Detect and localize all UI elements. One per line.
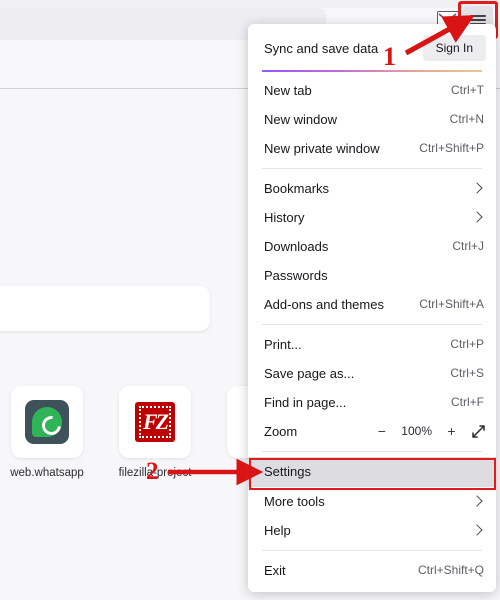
menu-item-label: Add-ons and themes <box>264 296 384 312</box>
fullscreen-icon[interactable] <box>471 424 486 439</box>
whatsapp-icon <box>11 386 83 458</box>
menu-item-label: New tab <box>264 82 312 98</box>
shortcut-web-whatsapp[interactable]: web.whatsapp <box>8 386 86 479</box>
menu-divider <box>262 323 482 325</box>
menu-divider <box>262 450 482 452</box>
search-input[interactable] <box>0 286 210 331</box>
menu-item-exit[interactable]: Exit Ctrl+Shift+Q <box>248 556 496 585</box>
shortcut-tiles: web.whatsapp FZ filezilla-project <box>0 386 299 496</box>
chevron-right-icon <box>471 182 483 194</box>
menu-item-find-in-page[interactable]: Find in page... Ctrl+F <box>248 388 496 417</box>
menu-item-new-window[interactable]: New window Ctrl+N <box>248 105 496 134</box>
sync-label: Sync and save data <box>264 40 379 56</box>
annotation-step-1: 1 <box>383 42 396 71</box>
menu-item-label: Exit <box>264 562 286 578</box>
filezilla-icon: FZ <box>119 386 191 458</box>
menu-item-shortcut: Ctrl+Shift+P <box>419 141 484 155</box>
menu-item-sync-and-save-data[interactable]: Sync and save data Sign In <box>248 30 496 66</box>
menu-item-bookmarks[interactable]: Bookmarks <box>248 174 496 203</box>
chevron-right-icon <box>471 524 483 536</box>
menu-item-label: New private window <box>264 140 380 156</box>
menu-item-more-tools[interactable]: More tools <box>248 487 496 516</box>
menu-item-label: Save page as... <box>264 365 355 381</box>
shortcut-label: web.whatsapp <box>10 467 84 479</box>
menu-item-shortcut: Ctrl+S <box>450 366 484 380</box>
chevron-right-icon <box>471 495 483 507</box>
zoom-label: Zoom <box>264 423 298 439</box>
zoom-in-button[interactable]: + <box>445 424 458 438</box>
menu-item-zoom: Zoom − 100% + <box>248 417 496 446</box>
menu-item-save-page-as[interactable]: Save page as... Ctrl+S <box>248 359 496 388</box>
window-title-bar <box>0 0 500 8</box>
menu-divider <box>262 167 482 169</box>
menu-item-shortcut: Ctrl+N <box>449 112 484 126</box>
menu-item-downloads[interactable]: Downloads Ctrl+J <box>248 232 496 261</box>
menu-item-new-private-window[interactable]: New private window Ctrl+Shift+P <box>248 134 496 163</box>
app-menu-panel: Sync and save data Sign In New tab Ctrl+… <box>248 24 496 592</box>
settings-highlight-box <box>249 458 496 490</box>
menu-item-shortcut: Ctrl+F <box>451 395 484 409</box>
menu-item-passwords[interactable]: Passwords <box>248 261 496 290</box>
zoom-out-button[interactable]: − <box>375 424 388 438</box>
menu-item-label: Downloads <box>264 238 329 254</box>
zoom-controls: − 100% + <box>375 424 486 439</box>
annotation-step-2: 2 <box>146 458 159 485</box>
menu-item-label: Print... <box>264 336 302 352</box>
menu-item-shortcut: Ctrl+Shift+A <box>419 297 484 311</box>
chevron-right-icon <box>471 211 483 223</box>
menu-item-shortcut: Ctrl+P <box>450 337 484 351</box>
menu-divider <box>262 549 482 551</box>
filezilla-letters: FZ <box>142 409 169 434</box>
menu-item-label: More tools <box>264 493 325 509</box>
menu-item-shortcut: Ctrl+T <box>451 83 484 97</box>
menu-item-print[interactable]: Print... Ctrl+P <box>248 330 496 359</box>
whatsapp-bubble <box>32 407 65 439</box>
whatsapp-handset <box>38 412 65 439</box>
sign-in-button[interactable]: Sign In <box>422 35 486 61</box>
menu-item-shortcut: Ctrl+J <box>452 239 484 253</box>
menu-item-shortcut: Ctrl+Shift+Q <box>417 563 484 577</box>
menu-item-label: Help <box>264 522 291 538</box>
filezilla-glyph: FZ <box>135 402 175 442</box>
menu-item-label: History <box>264 209 305 225</box>
zoom-level-value: 100% <box>401 424 432 438</box>
whatsapp-glyph <box>25 400 69 444</box>
menu-item-add-ons-and-themes[interactable]: Add-ons and themes Ctrl+Shift+A <box>248 290 496 319</box>
menu-item-help[interactable]: Help <box>248 516 496 545</box>
menu-item-label: Passwords <box>264 267 328 283</box>
menu-item-history[interactable]: History <box>248 203 496 232</box>
menu-item-label: Find in page... <box>264 394 347 410</box>
menu-item-label: Bookmarks <box>264 180 330 196</box>
menu-item-label: New window <box>264 111 337 127</box>
gradient-divider <box>262 70 482 72</box>
menu-item-new-tab[interactable]: New tab Ctrl+T <box>248 76 496 105</box>
